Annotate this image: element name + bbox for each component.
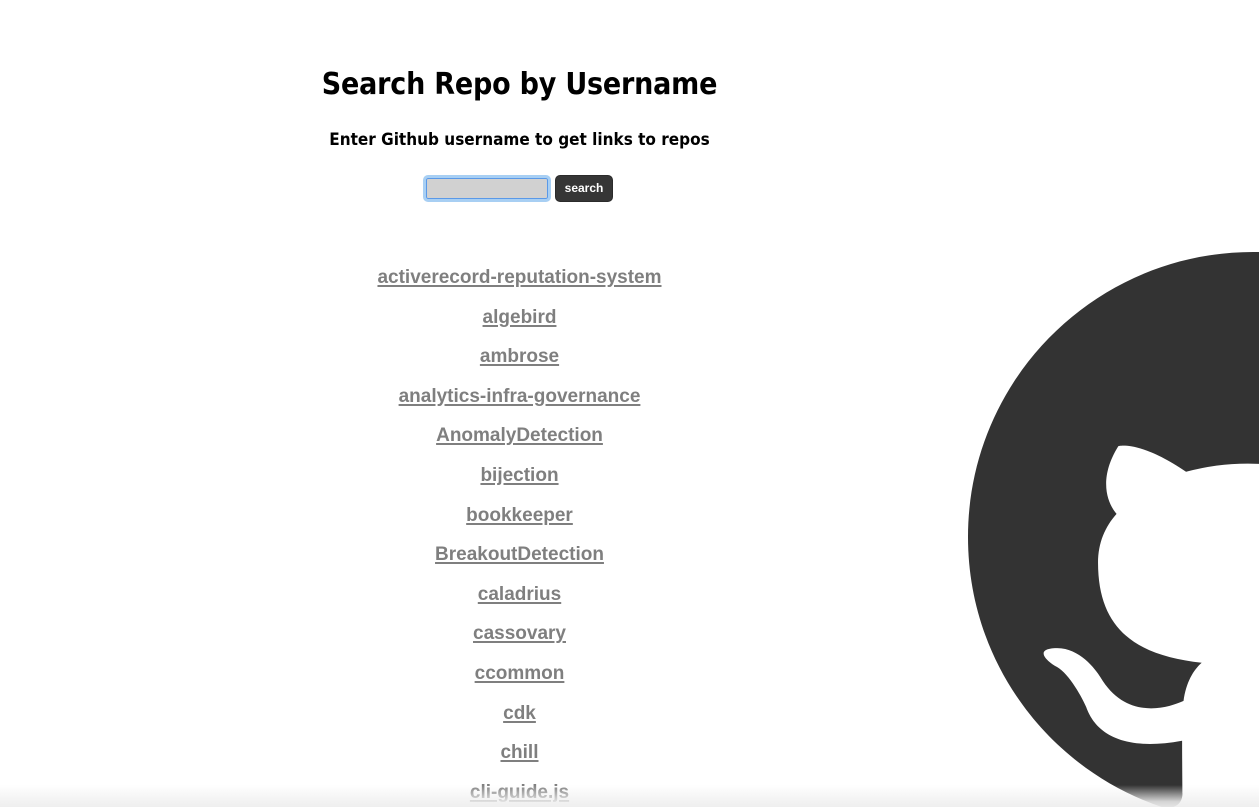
repo-link[interactable]: caladrius: [478, 584, 561, 605]
repo-link[interactable]: BreakoutDetection: [435, 544, 604, 565]
list-item: BreakoutDetection: [0, 535, 1039, 575]
list-item: bijection: [0, 456, 1039, 496]
repo-link[interactable]: ambrose: [480, 346, 559, 367]
repo-link[interactable]: ccommon: [475, 663, 565, 684]
list-item: chill: [0, 733, 1039, 773]
list-item: ccommon: [0, 654, 1039, 694]
search-input[interactable]: [422, 175, 551, 202]
repo-link[interactable]: cdk: [503, 703, 536, 724]
repo-link[interactable]: bijection: [480, 465, 558, 486]
page-root: Search Repo by Username Enter Github use…: [0, 0, 1259, 807]
search-button[interactable]: search: [554, 175, 614, 202]
repo-link[interactable]: chill: [500, 742, 538, 763]
repo-results-list: activerecord-reputation-system algebird …: [0, 258, 1039, 807]
repo-link[interactable]: cli-guide.js: [470, 782, 569, 803]
page-title: Search Repo by Username: [321, 67, 718, 102]
list-item: ambrose: [0, 337, 1039, 377]
page-subtitle: Enter Github username to get links to re…: [329, 130, 710, 150]
search-form: search: [0, 175, 1039, 202]
repo-link[interactable]: activerecord-reputation-system: [377, 267, 661, 288]
list-item: cassovary: [0, 614, 1039, 654]
content-column: Search Repo by Username Enter Github use…: [0, 0, 1039, 807]
list-item: activerecord-reputation-system: [0, 258, 1039, 298]
list-item: cdk: [0, 694, 1039, 734]
repo-link[interactable]: cassovary: [473, 623, 566, 644]
repo-link[interactable]: algebird: [483, 307, 557, 328]
list-item: bookkeeper: [0, 496, 1039, 536]
list-item: analytics-infra-governance: [0, 377, 1039, 417]
repo-link[interactable]: AnomalyDetection: [436, 425, 603, 446]
list-item: caladrius: [0, 575, 1039, 615]
list-item: cli-guide.js: [0, 773, 1039, 807]
repo-link[interactable]: analytics-infra-governance: [399, 386, 641, 407]
repo-link[interactable]: bookkeeper: [466, 505, 573, 526]
list-item: AnomalyDetection: [0, 416, 1039, 456]
list-item: algebird: [0, 298, 1039, 338]
